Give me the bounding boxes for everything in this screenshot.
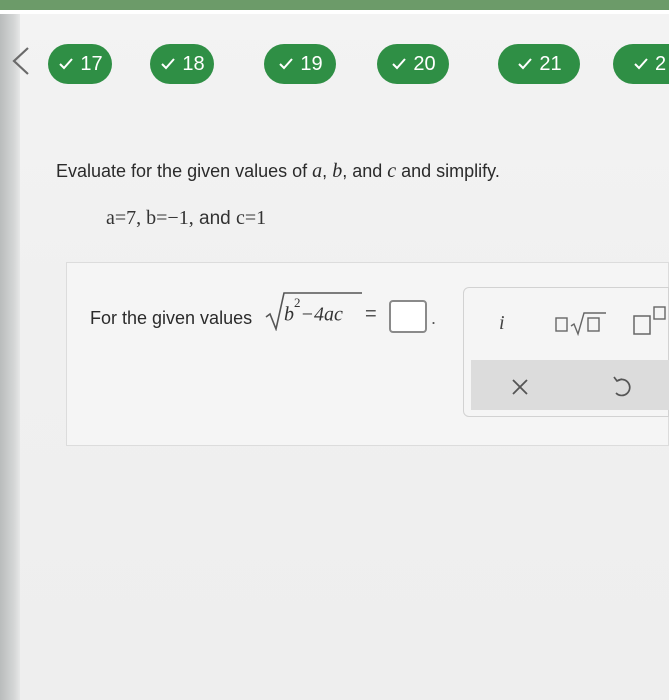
check-icon	[277, 55, 295, 73]
undo-button[interactable]	[610, 374, 634, 400]
undo-icon	[613, 376, 631, 397]
top-accent-bar	[0, 0, 669, 10]
question-pill-17[interactable]: 17	[48, 44, 112, 84]
palette-footer	[471, 360, 669, 410]
question-pill-20[interactable]: 20	[377, 44, 449, 84]
check-icon	[57, 55, 75, 73]
question-pill-number: 18	[182, 52, 205, 75]
question-pill-19[interactable]: 19	[264, 44, 336, 84]
period: .	[431, 308, 437, 328]
check-icon	[516, 55, 534, 73]
check-icon	[390, 55, 408, 73]
question-instruction: Evaluate for the given values of a, b, a…	[56, 160, 500, 182]
question-pill-next[interactable]: 2	[613, 44, 669, 84]
exponent-template-button[interactable]	[632, 306, 668, 336]
check-icon	[159, 55, 177, 73]
question-pill-number: 17	[80, 52, 103, 75]
answer-input[interactable]	[389, 300, 427, 333]
question-pill-21[interactable]: 21	[498, 44, 580, 84]
close-icon	[512, 379, 528, 395]
question-pill-18[interactable]: 18	[150, 44, 214, 84]
answer-prompt: For the given values	[90, 308, 253, 328]
question-pill-number: 20	[413, 52, 436, 75]
radicand-expression: b2−4ac	[284, 295, 343, 326]
question-pill-number: 19	[300, 52, 323, 75]
imaginary-unit-button[interactable]: i	[499, 312, 505, 335]
radical-template-button[interactable]	[555, 310, 607, 336]
clear-button[interactable]	[509, 376, 531, 398]
radical-template-icon	[555, 312, 606, 336]
question-pill-number: 21	[539, 52, 562, 75]
left-gutter	[0, 14, 20, 700]
check-icon	[632, 55, 650, 73]
back-chevron-icon[interactable]	[4, 44, 38, 78]
exponent-template-icon	[633, 306, 666, 335]
question-pill-number: 2	[655, 52, 667, 75]
given-values: a=7, b=−1, and c=1	[106, 207, 267, 229]
equals-sign: =	[365, 303, 377, 325]
